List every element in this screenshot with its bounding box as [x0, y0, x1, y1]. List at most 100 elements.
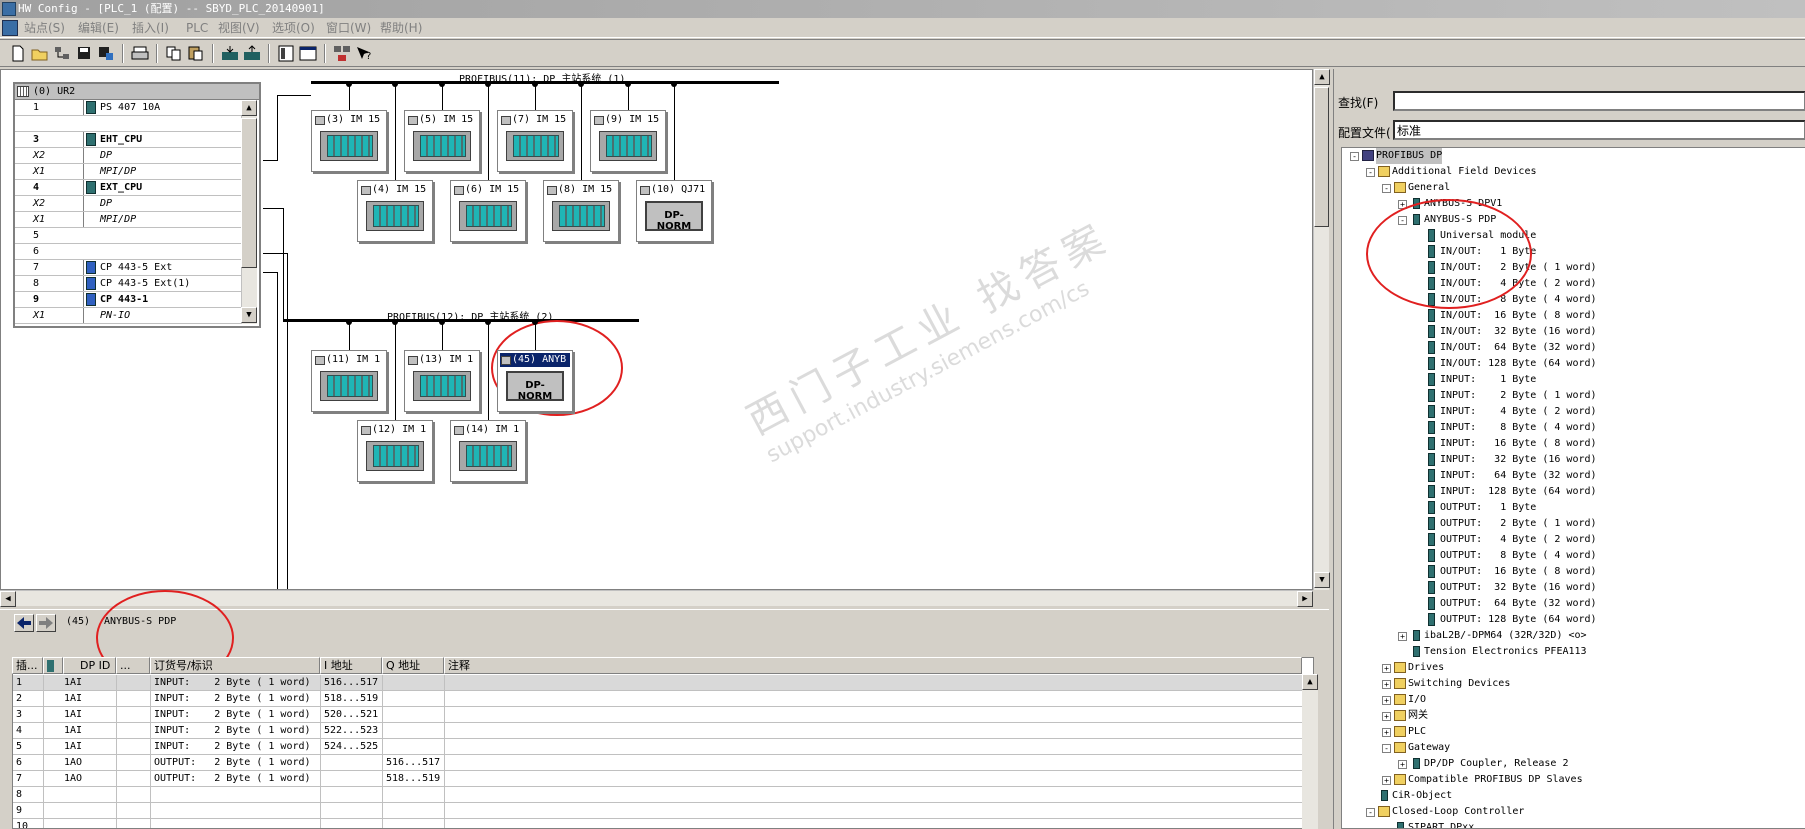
catalog-tree-item[interactable]: - Additional Field Devices [1366, 164, 1537, 180]
document-icon[interactable] [2, 20, 18, 36]
menu-plc[interactable]: PLC [186, 18, 208, 38]
col-order-extra[interactable]: ... [116, 657, 150, 674]
dp-slave-station[interactable]: (11) IM 1 [311, 350, 387, 412]
expand-icon[interactable]: + [1382, 728, 1391, 737]
canvas-v-thumb[interactable] [1314, 87, 1329, 227]
catalog-tree-item[interactable]: INPUT: 64 Byte (32 word) [1428, 468, 1597, 484]
back-arrow-icon[interactable] [14, 614, 34, 632]
catalog-tree-item[interactable]: IN/OUT: 16 Byte ( 8 word) [1428, 308, 1597, 324]
collapse-icon[interactable]: - [1382, 744, 1391, 753]
collapse-icon[interactable]: - [1366, 168, 1375, 177]
menu-station[interactable]: 站点(S) [24, 18, 65, 38]
network-config-icon[interactable] [332, 44, 352, 63]
scroll-down-icon[interactable]: ▼ [241, 307, 257, 323]
catalog-tree-item[interactable]: IN/OUT: 64 Byte (32 word) [1428, 340, 1597, 356]
scroll-left-icon[interactable]: ◀ [0, 591, 16, 607]
rack-window[interactable]: (0) UR2 1 PS 407 10A 3 EHT_CPU X2 DP X1 MPI/DP 4… [13, 82, 261, 328]
dp-slave-station[interactable]: (10) QJ71 DP-NORM [636, 180, 712, 242]
dp-slave-station[interactable]: (45) ANYB DP-NORM [497, 350, 573, 412]
download-icon[interactable] [220, 44, 240, 63]
save-compile-icon[interactable] [96, 44, 116, 63]
col-i-address[interactable]: I 地址 [320, 657, 382, 674]
rack-row[interactable] [15, 116, 241, 132]
profibus-line-1[interactable] [311, 81, 779, 84]
rack-row[interactable]: X2 DP [15, 148, 241, 164]
rack-row[interactable]: 1 PS 407 10A [15, 100, 241, 116]
upload-icon[interactable] [242, 44, 262, 63]
catalog-tree-item[interactable]: INPUT: 8 Byte ( 4 word) [1428, 420, 1597, 436]
expand-icon[interactable]: + [1382, 680, 1391, 689]
catalog-tree-item[interactable]: INPUT: 1 Byte [1428, 372, 1536, 388]
rack-scroll-thumb[interactable] [241, 118, 257, 268]
paste-icon[interactable] [186, 44, 206, 63]
table-row[interactable]: 4 1AI INPUT: 2 Byte ( 1 word) 522...523 [13, 723, 1303, 739]
col-dp-id[interactable]: DP ID [63, 657, 116, 674]
collapse-icon[interactable]: - [1366, 808, 1375, 817]
catalog-tree-item[interactable]: INPUT: 128 Byte (64 word) [1428, 484, 1597, 500]
profile-select[interactable] [1393, 120, 1805, 140]
table-scrollbar[interactable]: ▲ [1302, 674, 1318, 829]
catalog-tree-item[interactable]: Tension Electronics PFEA113 [1413, 644, 1587, 660]
catalog-tree-item[interactable]: + Drives [1382, 660, 1444, 676]
expand-icon[interactable]: + [1382, 664, 1391, 673]
table-row[interactable]: 1 1AI INPUT: 2 Byte ( 1 word) 516...517 [13, 675, 1303, 691]
catalog-tree-item[interactable]: INPUT: 4 Byte ( 2 word) [1428, 404, 1597, 420]
expand-icon[interactable]: + [1382, 776, 1391, 785]
catalog-tree-item[interactable]: - Gateway [1382, 740, 1450, 756]
expand-icon[interactable]: + [1398, 760, 1407, 769]
table-row[interactable]: 9 [13, 803, 1303, 819]
scroll-up-icon[interactable]: ▲ [241, 100, 257, 116]
catalog-tree-item[interactable]: + DP/DP Coupler, Release 2 [1398, 756, 1569, 772]
catalog-tree-item[interactable]: + ibaL2B/-DPM64 (32R/32D) <o> [1398, 628, 1587, 644]
scroll-up-icon[interactable]: ▲ [1314, 69, 1330, 85]
col-icon[interactable] [43, 657, 63, 674]
network-icon[interactable] [52, 44, 72, 63]
catalog-tree-item[interactable]: OUTPUT: 64 Byte (32 word) [1428, 596, 1597, 612]
help-icon[interactable]: ? [354, 44, 374, 63]
dp-slave-station[interactable]: (3) IM 15 [311, 110, 387, 172]
catalog-tree-item[interactable]: INPUT: 2 Byte ( 1 word) [1428, 388, 1597, 404]
catalog-tree-item[interactable]: - PROFIBUS DP [1350, 148, 1443, 164]
catalog-tree-item[interactable]: + I/O [1382, 692, 1426, 708]
rack-row[interactable]: 3 EHT_CPU [15, 132, 241, 148]
table-row[interactable]: 10 [13, 819, 1303, 828]
col-order-number[interactable]: 订货号/标识 [150, 657, 320, 674]
col-q-address[interactable]: Q 地址 [382, 657, 444, 674]
catalog-tree-item[interactable]: OUTPUT: 16 Byte ( 8 word) [1428, 564, 1597, 580]
catalog-tree-item[interactable]: OUTPUT: 32 Byte (16 word) [1428, 580, 1597, 596]
scroll-up-icon[interactable]: ▲ [1302, 674, 1318, 690]
dp-slave-station[interactable]: (6) IM 15 [450, 180, 526, 242]
catalog-tree-item[interactable]: OUTPUT: 1 Byte [1428, 500, 1536, 516]
dp-slave-station[interactable]: (13) IM 1 [404, 350, 480, 412]
rack-row[interactable]: X1 MPI/DP [15, 164, 241, 180]
collapse-icon[interactable]: - [1350, 152, 1359, 161]
rack-row[interactable]: 9 CP 443-1 [15, 292, 241, 308]
catalog-tree-item[interactable]: OUTPUT: 128 Byte (64 word) [1428, 612, 1597, 628]
catalog-tree-item[interactable]: INPUT: 16 Byte ( 8 word) [1428, 436, 1597, 452]
dp-slave-station[interactable]: (8) IM 15 [543, 180, 619, 242]
save-icon[interactable] [74, 44, 94, 63]
catalog-tree-item[interactable]: OUTPUT: 2 Byte ( 1 word) [1428, 516, 1597, 532]
station-canvas[interactable]: (0) UR2 1 PS 407 10A 3 EHT_CPU X2 DP X1 MPI/DP 4… [0, 69, 1313, 590]
menu-options[interactable]: 选项(O) [272, 18, 315, 38]
copy-icon[interactable] [164, 44, 184, 63]
rack-row[interactable]: 7 CP 443-5 Ext [15, 260, 241, 276]
print-icon[interactable] [130, 44, 150, 63]
find-input[interactable] [1393, 91, 1805, 111]
catalog-tree-item[interactable]: - General [1382, 180, 1450, 196]
table-row[interactable]: 5 1AI INPUT: 2 Byte ( 1 word) 524...525 [13, 739, 1303, 755]
dp-slave-station[interactable]: (14) IM 1 [450, 420, 526, 482]
dp-slave-station[interactable]: (12) IM 1 [357, 420, 433, 482]
table-row[interactable]: 6 1AO OUTPUT: 2 Byte ( 1 word) 516...517 [13, 755, 1303, 771]
canvas-vertical-scrollbar[interactable]: ▲ ▼ [1313, 69, 1330, 590]
rack-row[interactable]: X1 PN-IO [15, 308, 241, 324]
forward-arrow-icon[interactable] [36, 614, 56, 632]
catalog-tree-item[interactable]: OUTPUT: 8 Byte ( 4 word) [1428, 548, 1597, 564]
catalog-tree-item[interactable]: SIPART DPxx [1397, 820, 1474, 828]
rack-row[interactable]: 4 EXT_CPU [15, 180, 241, 196]
catalog-tree-item[interactable]: + Compatible PROFIBUS DP Slaves [1382, 772, 1583, 788]
expand-icon[interactable]: + [1382, 712, 1391, 721]
table-row[interactable]: 8 [13, 787, 1303, 803]
menu-view[interactable]: 视图(V) [218, 18, 260, 38]
menu-insert[interactable]: 插入(I) [132, 18, 169, 38]
